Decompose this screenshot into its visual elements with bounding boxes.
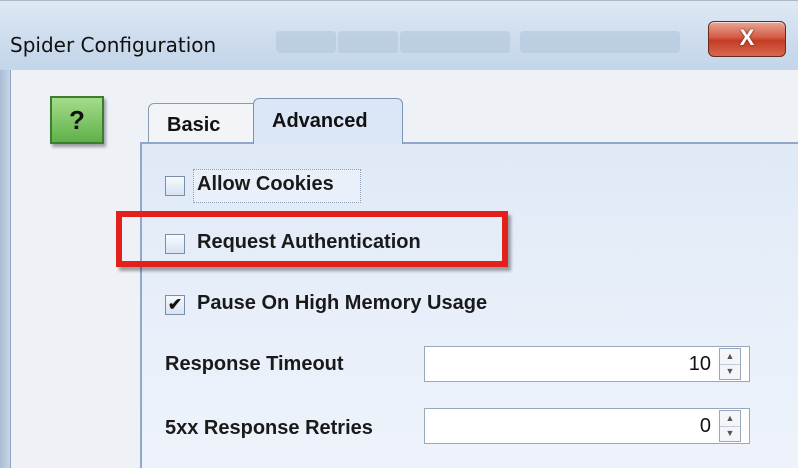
help-icon[interactable]: ? (50, 96, 104, 144)
response-timeout-stepper: ▲ ▼ (719, 348, 741, 380)
retries-stepper: ▲ ▼ (719, 410, 741, 442)
pause-memory-label[interactable]: Pause On High Memory Usage (197, 292, 487, 315)
window-left-edge (0, 70, 10, 468)
retries-spinner[interactable]: 0 ▲ ▼ (424, 408, 750, 444)
pause-memory-checkbox[interactable]: ✔ (165, 295, 185, 315)
close-button[interactable]: X (708, 21, 786, 57)
spinner-up-icon[interactable]: ▲ (720, 349, 740, 365)
retries-value[interactable]: 0 (700, 415, 711, 438)
spinner-down-icon[interactable]: ▼ (720, 364, 740, 379)
tab-advanced[interactable]: Advanced (253, 98, 403, 144)
title-ghost-2 (338, 31, 398, 53)
title-ghost-1 (276, 31, 336, 53)
retries-label: 5xx Response Retries (165, 417, 373, 439)
close-icon: X (739, 25, 755, 50)
response-timeout-value[interactable]: 10 (689, 353, 711, 376)
allow-cookies-checkbox[interactable] (165, 176, 185, 196)
title-ghost-4 (520, 31, 680, 53)
response-timeout-label: Response Timeout (165, 353, 344, 375)
tab-basic[interactable]: Basic (148, 103, 258, 143)
highlight-annotation (116, 211, 508, 267)
title-bar: Spider Configuration X (0, 0, 798, 71)
spinner-up-icon[interactable]: ▲ (720, 411, 740, 427)
window-title: Spider Configuration (10, 33, 217, 57)
response-timeout-spinner[interactable]: 10 ▲ ▼ (424, 346, 750, 382)
spinner-down-icon[interactable]: ▼ (720, 426, 740, 441)
title-ghost-3 (400, 31, 510, 53)
checkmark-icon: ✔ (167, 295, 183, 314)
allow-cookies-label[interactable]: Allow Cookies (197, 173, 334, 196)
